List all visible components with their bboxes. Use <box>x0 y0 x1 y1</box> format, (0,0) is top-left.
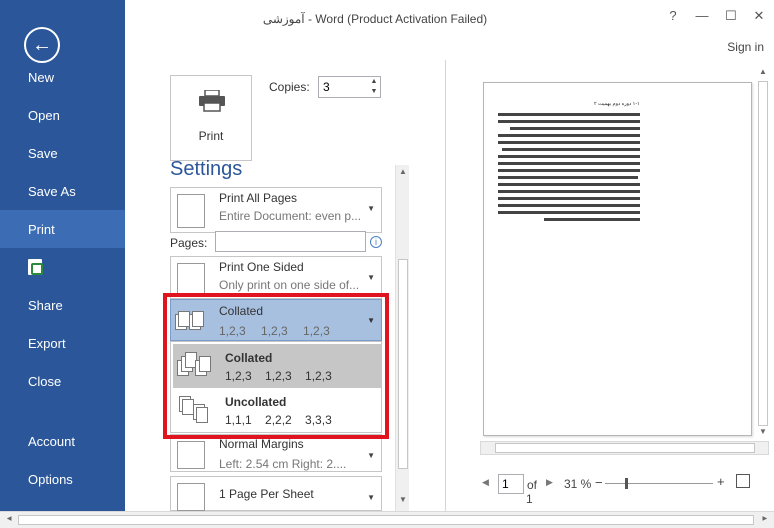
chevron-down-icon: ▼ <box>367 273 375 282</box>
per-sheet-main: 1 Page Per Sheet <box>219 487 314 501</box>
scrollbar-thumb[interactable] <box>398 259 408 469</box>
sidebar-item-account[interactable]: Account <box>0 422 125 460</box>
chevron-down-icon: ▼ <box>367 451 375 460</box>
close-button[interactable]: ✕ <box>749 8 769 24</box>
one-sided-icon <box>177 263 205 297</box>
sidebar-item-save[interactable]: Save <box>0 134 125 172</box>
of-label: of <box>527 478 538 492</box>
print-range-sub: Entire Document: even p... <box>219 209 362 223</box>
sidebar-item-addin[interactable] <box>0 248 125 286</box>
sidebar-item-close[interactable]: Close <box>0 362 125 400</box>
margins-main: Normal Margins <box>219 437 304 451</box>
chevron-down-icon: ▼ <box>367 316 375 325</box>
scroll-up-icon[interactable]: ▲ <box>756 67 770 76</box>
uncollated-icon <box>179 394 215 426</box>
minimize-button[interactable]: — <box>692 8 712 24</box>
scrollbar-thumb[interactable] <box>495 443 755 453</box>
scrollbar-thumb[interactable] <box>18 515 754 525</box>
margins-dropdown[interactable]: Normal Margins Left: 2.54 cm Right: 2...… <box>170 434 382 472</box>
margins-icon <box>177 441 205 469</box>
preview-horizontal-scrollbar[interactable] <box>480 441 769 455</box>
print-button[interactable]: Print <box>170 75 252 161</box>
scroll-down-icon[interactable]: ▼ <box>756 427 770 436</box>
sidebar-item-print[interactable]: Print <box>0 210 125 248</box>
scroll-up-icon[interactable]: ▲ <box>396 167 410 176</box>
scroll-right-icon[interactable]: ▲ <box>761 512 770 526</box>
chevron-down-icon: ▼ <box>367 204 375 213</box>
previous-page-icon[interactable]: ◀ <box>482 477 489 488</box>
zoom-to-page-icon[interactable] <box>736 474 750 488</box>
page-number-input[interactable] <box>498 474 524 494</box>
menu-item-collated[interactable]: Collated 1,2,3 1,2,3 1,2,3 <box>173 344 381 388</box>
one-page-icon <box>177 483 205 511</box>
printer-icon <box>199 90 225 112</box>
print-button-label: Print <box>198 129 224 143</box>
uncollated-option-sub: 1,1,1 2,2,2 3,3,3 <box>225 413 332 427</box>
collated-icon <box>177 350 213 382</box>
collation-dropdown[interactable]: Collated 1,2,3 1,2,3 1,2,3 ▼ <box>170 299 382 341</box>
chevron-down-icon: ▼ <box>367 493 375 502</box>
print-range-dropdown[interactable]: Print All Pages Entire Document: even p.… <box>170 187 382 233</box>
scroll-down-icon[interactable]: ▼ <box>396 495 410 504</box>
menu-item-uncollated[interactable]: Uncollated 1,1,1 2,2,2 3,3,3 <box>173 388 381 432</box>
zoom-slider-thumb[interactable] <box>625 478 628 489</box>
pages-per-sheet-dropdown[interactable]: 1 Page Per Sheet ▼ <box>170 476 382 511</box>
scrollbar-thumb[interactable] <box>758 81 768 426</box>
settings-heading: Settings <box>170 158 243 180</box>
collated-icon <box>175 306 211 338</box>
bottom-horizontal-scrollbar[interactable]: ▲ ▲ <box>0 511 774 528</box>
zoom-in-icon[interactable]: + <box>717 474 725 489</box>
sidebar-item-options[interactable]: Options <box>0 460 125 498</box>
preview-vertical-scrollbar[interactable]: ▲ ▼ <box>756 67 770 440</box>
sides-main: Print One Sided <box>219 260 304 274</box>
pages-label: Pages: <box>170 236 208 250</box>
sidebar-item-new[interactable]: New <box>0 58 125 96</box>
total-pages: 1 <box>526 492 533 506</box>
info-icon[interactable]: i <box>370 236 382 248</box>
sidebar-item-share[interactable]: Share <box>0 286 125 324</box>
collation-main: Collated <box>219 304 264 318</box>
page-navigation: ◀ of 1 ▶ 31 % − + <box>480 474 770 506</box>
copies-label: Copies: <box>269 80 310 94</box>
print-range-main: Print All Pages <box>219 191 298 205</box>
backstage-sidebar: ← New Open Save Save As Print Share Expo… <box>0 0 125 511</box>
maximize-button[interactable]: ☐ <box>721 8 741 24</box>
title-bar: آموزشی - Word (Product Activation Failed… <box>125 0 774 40</box>
zoom-out-icon[interactable]: − <box>595 475 603 490</box>
preview-heading: ۱-۱ دوره دوم بهمیت ۲ <box>594 101 640 107</box>
settings-scrollbar[interactable]: ▲ ▼ <box>395 165 409 511</box>
sign-in-link[interactable]: Sign in <box>727 40 764 54</box>
uncollated-option-label: Uncollated <box>225 395 287 409</box>
preview-body-text <box>498 113 640 225</box>
sidebar-item-save-as[interactable]: Save As <box>0 172 125 210</box>
pages-input[interactable] <box>215 231 366 252</box>
collated-option-label: Collated <box>225 351 273 365</box>
copies-up-icon[interactable]: ▲ <box>368 77 380 87</box>
sidebar-item-export[interactable]: Export <box>0 324 125 362</box>
window-title: آموزشی - Word (Product Activation Failed… <box>262 12 488 26</box>
zoom-slider[interactable] <box>605 483 713 484</box>
collated-option-sub: 1,2,3 1,2,3 1,2,3 <box>225 369 332 383</box>
help-button[interactable]: ? <box>663 8 683 24</box>
sides-dropdown[interactable]: Print One Sided Only print on one side o… <box>170 256 382 299</box>
all-pages-icon <box>177 194 205 228</box>
scroll-left-icon[interactable]: ▲ <box>5 512 14 526</box>
sides-sub: Only print on one side of... <box>219 278 360 292</box>
sidebar-item-open[interactable]: Open <box>0 96 125 134</box>
preview-page: ۱-۱ دوره دوم بهمیت ۲ <box>483 82 752 436</box>
copies-down-icon[interactable]: ▼ <box>368 87 380 97</box>
collation-menu: Collated 1,2,3 1,2,3 1,2,3 Uncollated 1,… <box>170 341 382 433</box>
addin-icon <box>28 259 43 275</box>
margins-sub: Left: 2.54 cm Right: 2.... <box>219 457 347 471</box>
collation-sub: 1,2,3 1,2,3 1,2,3 <box>219 324 330 338</box>
zoom-level[interactable]: 31 % <box>564 477 591 491</box>
next-page-icon[interactable]: ▶ <box>546 477 553 488</box>
